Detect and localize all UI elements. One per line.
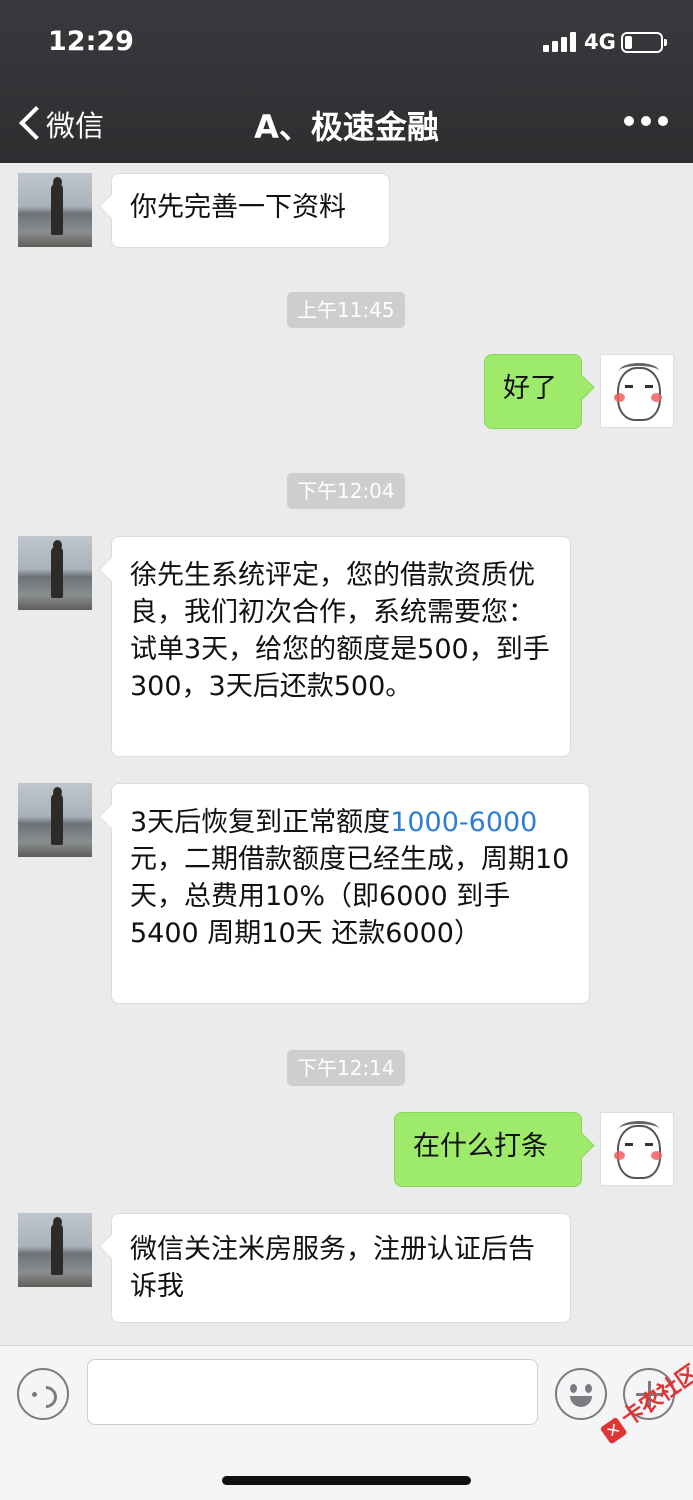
message-incoming[interactable]: 徐先生系统评定，您的借款资质优良，我们初次合作，系统需要您：试单3天，给您的额度… bbox=[111, 536, 571, 757]
timestamp: 下午12:14 bbox=[287, 1050, 405, 1086]
battery-icon bbox=[621, 32, 667, 53]
phone-number-link[interactable]: 1000-6000 bbox=[390, 807, 537, 838]
contact-avatar[interactable] bbox=[18, 783, 92, 857]
emoji-button[interactable] bbox=[555, 1368, 607, 1420]
message-incoming[interactable]: 3天后恢复到正常额度1000-6000 元，二期借款额度已经生成，周期10天，总费… bbox=[111, 783, 590, 1004]
voice-input-button[interactable] bbox=[17, 1368, 69, 1420]
navigation-bar: 12:29 4G 微信 A、极速金融 bbox=[0, 0, 693, 163]
message-input[interactable] bbox=[87, 1359, 538, 1425]
message-incoming[interactable]: 微信关注米房服务，注册认证后告诉我 bbox=[111, 1213, 571, 1323]
status-time: 12:29 bbox=[48, 26, 134, 57]
chat-area[interactable]: 你先完善一下资料 上午11:45 好了 下午12:04 徐先生系统评定，您的借款… bbox=[0, 163, 693, 1345]
message-outgoing[interactable]: 好了 bbox=[484, 354, 582, 429]
timestamp: 上午11:45 bbox=[287, 292, 405, 328]
timestamp: 下午12:04 bbox=[287, 473, 405, 509]
home-indicator[interactable] bbox=[222, 1476, 471, 1485]
chat-title: A、极速金融 bbox=[254, 108, 439, 146]
signal-icon bbox=[543, 32, 577, 52]
more-icon[interactable] bbox=[624, 116, 668, 128]
network-type: 4G bbox=[584, 30, 616, 54]
user-avatar[interactable] bbox=[600, 354, 674, 428]
message-outgoing[interactable]: 在什么打条 bbox=[394, 1112, 582, 1187]
message-text: 3天后恢复到正常额度 bbox=[130, 807, 391, 838]
user-avatar[interactable] bbox=[600, 1112, 674, 1186]
contact-avatar[interactable] bbox=[18, 536, 92, 610]
message-incoming[interactable]: 你先完善一下资料 bbox=[111, 173, 390, 248]
contact-avatar[interactable] bbox=[18, 173, 92, 247]
contact-avatar[interactable] bbox=[18, 1213, 92, 1287]
message-text: 元，二期借款额度已经生成，周期10天，总费用10%（即6000 到手 5400 … bbox=[130, 844, 570, 949]
